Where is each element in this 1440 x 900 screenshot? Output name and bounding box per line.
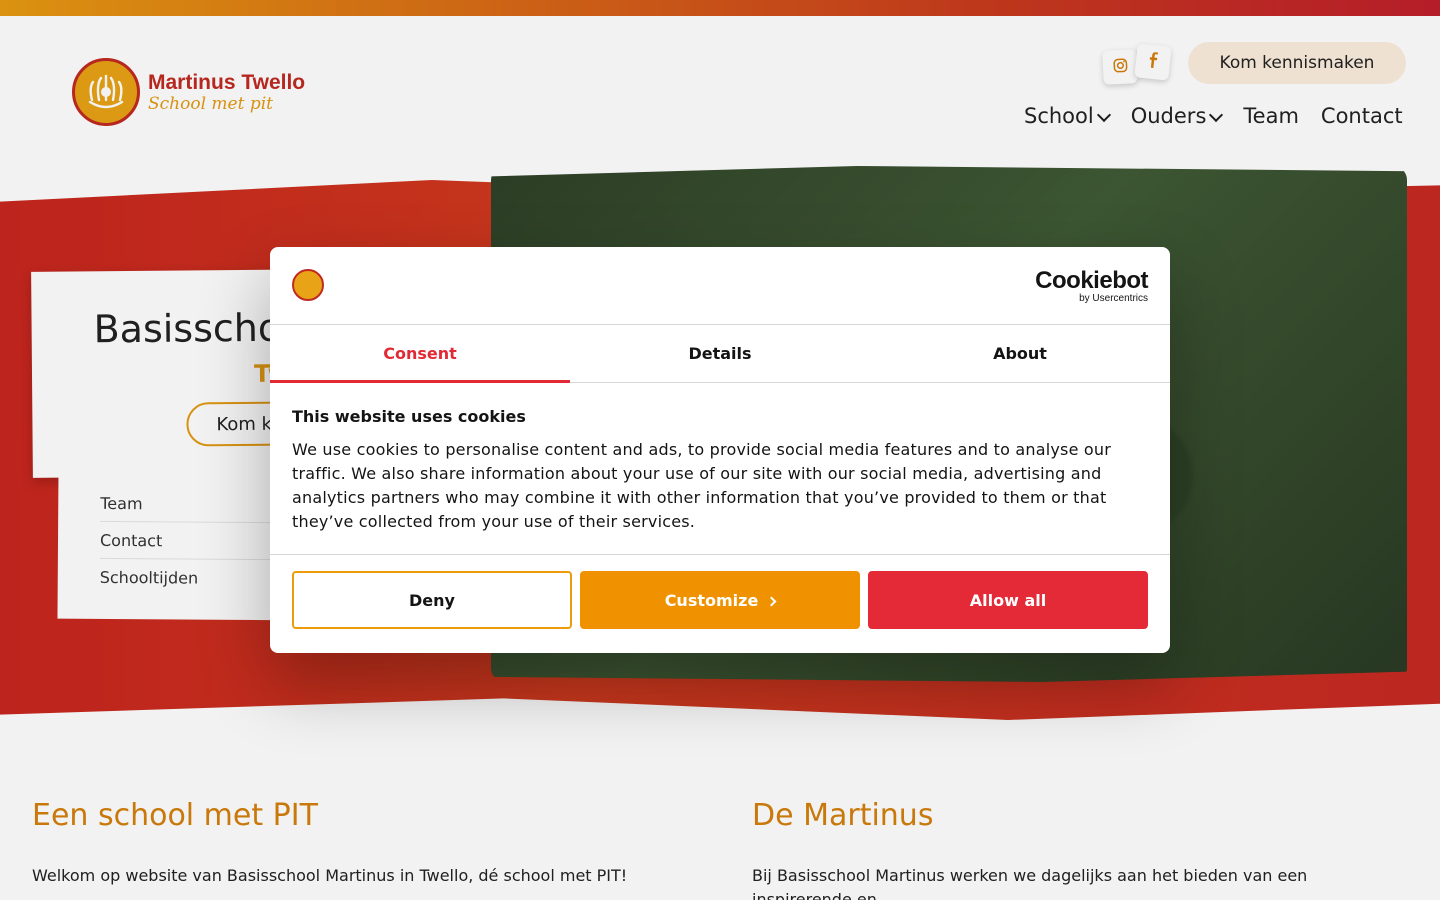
- cookie-description: We use cookies to personalise content an…: [292, 440, 1112, 531]
- customize-label: Customize: [664, 590, 759, 610]
- tab-consent[interactable]: Consent: [270, 325, 570, 383]
- chevron-right-icon: [766, 596, 777, 606]
- cookie-tabs: Consent Details About: [270, 325, 1170, 383]
- tab-details[interactable]: Details: [570, 325, 870, 382]
- cookiebot-brand-by: by Usercentrics: [1079, 293, 1148, 304]
- cookiebot-brand-name: Cookiebot: [1035, 267, 1148, 294]
- allow-all-button[interactable]: Allow all: [868, 571, 1148, 629]
- customize-button[interactable]: Customize: [580, 571, 860, 629]
- deny-button[interactable]: Deny: [292, 571, 572, 629]
- site-logo-icon: [292, 269, 324, 301]
- cookiebot-logo[interactable]: Cookiebot by Usercentrics: [1035, 269, 1148, 305]
- cookie-title: This website uses cookies: [292, 407, 526, 426]
- tab-about[interactable]: About: [870, 325, 1170, 382]
- cookie-consent-dialog: Cookiebot by Usercentrics Consent Detail…: [270, 247, 1170, 653]
